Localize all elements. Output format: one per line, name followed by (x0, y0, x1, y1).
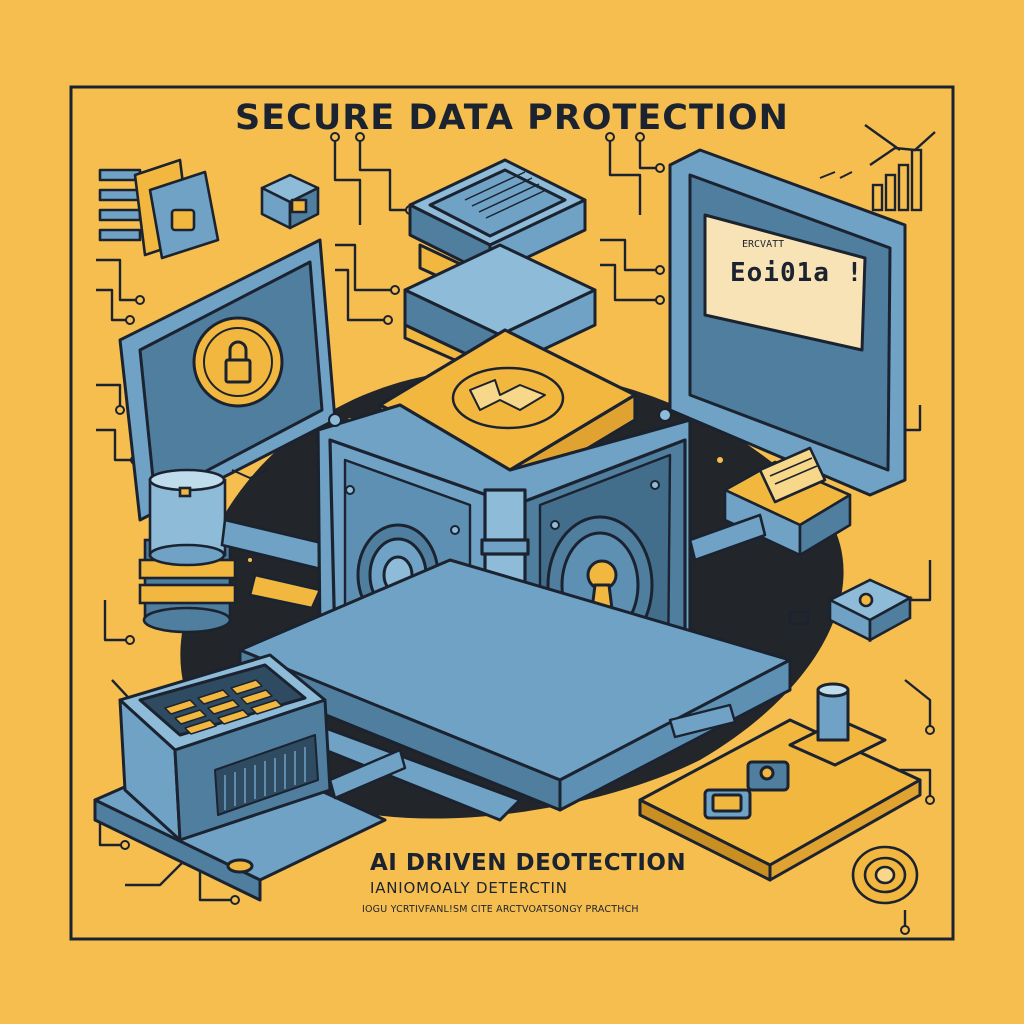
glass-cylinder (138, 468, 237, 634)
monitor-label-large: Eoi01a ! (730, 258, 864, 288)
tagline-secondary: IANIOMOALY DETERCTIN (370, 879, 568, 897)
padlock-icon (290, 198, 308, 214)
poster-title: SECURE DATA PROTECTION (235, 98, 789, 138)
monitor-label-small: ERCVATT (742, 239, 785, 250)
padlock-icon (224, 358, 252, 384)
tagline-fine-print: IOGU YCRTIVFANL!SM CITE ARCTVOATSONGY PR… (362, 904, 639, 915)
connector-module (98, 158, 220, 260)
padlock-icon (170, 208, 196, 232)
poster-canvas: SECURE DATA PROTECTION ERCVATT Eoi01a ! … (0, 0, 1024, 1024)
tagline-primary: AI DRIVEN DEOTECTION (370, 850, 687, 876)
bar-chart-icon (869, 131, 936, 212)
padlock-cube (260, 173, 320, 230)
coin-icon (851, 845, 919, 905)
